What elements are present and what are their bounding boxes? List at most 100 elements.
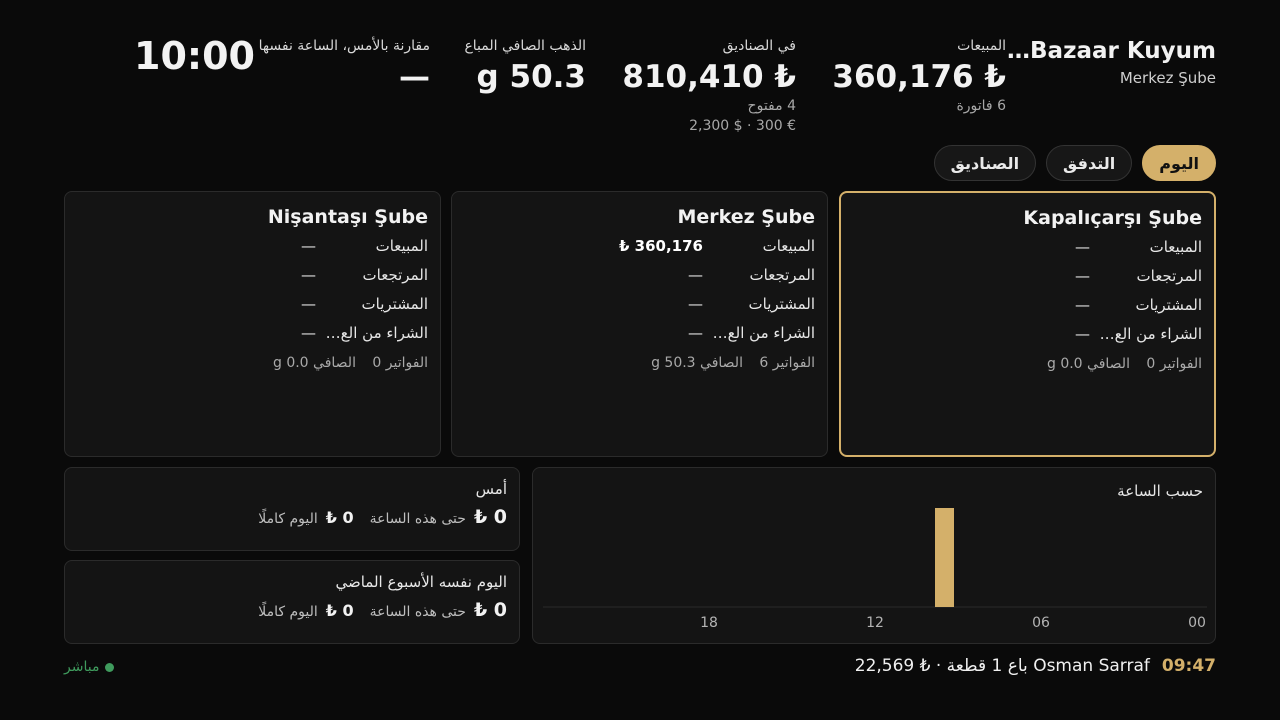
activity-ticker: 09:47 Osman Sarraf باع 1 قطعة · ₺ 22,569 [855, 656, 1216, 676]
branch-row-purchases: المشتريات — [853, 291, 1202, 320]
view-tabs: اليوم التدفق الصناديق [933, 145, 1216, 181]
row-label: الشراء من الع… [712, 324, 815, 342]
kpi-gold-label: الذهب الصافي المباع [464, 38, 586, 54]
until-now-value: ₺ 0 [473, 599, 507, 621]
row-label: المرتجعات [1136, 267, 1202, 285]
invoice-count: الفواتير 0 [372, 355, 428, 371]
until-now-value: ₺ 0 [473, 506, 507, 528]
branch-row-returns: المرتجعات — [853, 262, 1202, 291]
dashboard: Zer Bazaar Kuyum… Merkez Şube المبيعات ₺… [0, 0, 1280, 720]
row-label: المرتجعات [749, 266, 815, 284]
row-label: المشتريات [748, 295, 815, 313]
kpi-sales-value: ₺ 360,176 [832, 59, 1006, 95]
live-indicator: مباشر [64, 659, 115, 675]
row-label: المشتريات [1135, 296, 1202, 314]
branch-name: Nişantaşı Şube [267, 206, 428, 228]
branch-card-kapalicarsi[interactable]: Kapalıçarşı Şube المبيعات — المرتجعات — … [839, 191, 1216, 457]
branch-footer: الفواتير 0 الصافي 0.0 g [77, 350, 428, 376]
row-label: المبيعات [375, 237, 428, 255]
kpi-funds-sub: 4 مفتوح [747, 98, 796, 114]
branch-row-purchases: المشتريات — [77, 290, 428, 319]
row-label: المرتجعات [362, 266, 428, 284]
row-label: المبيعات [762, 237, 815, 255]
branch-footer: الفواتير 6 الصافي 50.3 g [464, 350, 815, 376]
branch-row-buyback: الشراء من الع… — [464, 319, 815, 348]
row-value: — [301, 295, 316, 313]
tab-funds[interactable]: الصناديق [933, 145, 1037, 181]
kpi-compare: مقارنة بالأمس، الساعة نفسها — [230, 38, 430, 94]
kpi-funds: في الصناديق ₺ 810,410 4 مفتوح € 300 · $ … [566, 38, 796, 134]
hour-bar [935, 508, 954, 607]
kpi-gold: الذهب الصافي المباع g 50.3 [426, 38, 586, 94]
full-day-value: ₺ 0 [325, 508, 354, 527]
footer: 09:47 Osman Sarraf باع 1 قطعة · ₺ 22,569… [64, 656, 1216, 680]
row-value: — [1075, 296, 1090, 314]
brand-title: Zer Bazaar Kuyum… [1006, 38, 1216, 64]
tab-today[interactable]: اليوم [1142, 145, 1216, 181]
kpi-funds-label: في الصناديق [722, 38, 796, 54]
row-value: — [301, 266, 316, 284]
invoice-count: الفواتير 0 [1146, 356, 1202, 372]
compare-last-week: اليوم نفسه الأسبوع الماضي ₺ 0 حتى هذه ال… [64, 560, 520, 644]
branch-name: Kapalıçarşı Şube [1023, 207, 1202, 229]
compare-title: أمس [475, 480, 507, 498]
branch-row-returns: المرتجعات — [464, 261, 815, 290]
until-now-label: حتى هذه الساعة [369, 604, 466, 620]
kpi-gold-value: g 50.3 [476, 59, 586, 95]
row-label: الشراء من الع… [325, 324, 428, 342]
kpi-compare-label: مقارنة بالأمس، الساعة نفسها [258, 38, 430, 54]
net-gold: الصافي 50.3 g [651, 355, 743, 371]
x-tick-label: 06 [1032, 615, 1050, 631]
branch-footer: الفواتير 0 الصافي 0.0 g [853, 351, 1202, 377]
hourly-chart: 00 06 12 18 [543, 508, 1207, 631]
branch-cards: Kapalıçarşı Şube المبيعات — المرتجعات — … [64, 191, 1216, 457]
row-value: — [1075, 267, 1090, 285]
branch-row-sales: المبيعات — [853, 233, 1202, 262]
x-tick-label: 12 [866, 615, 884, 631]
header: Zer Bazaar Kuyum… Merkez Şube المبيعات ₺… [64, 34, 1216, 134]
row-value: — [688, 266, 703, 284]
tab-flow[interactable]: التدفق [1046, 145, 1133, 181]
x-tick-label: 00 [1188, 615, 1206, 631]
row-value: ₺ 360,176 [619, 237, 703, 255]
branch-row-sales: المبيعات — [77, 232, 428, 261]
brand: Zer Bazaar Kuyum… Merkez Şube [1006, 38, 1216, 87]
row-label: الشراء من الع… [1099, 325, 1202, 343]
row-value: — [301, 324, 316, 342]
until-now-label: حتى هذه الساعة [369, 511, 466, 527]
kpi-sales: المبيعات ₺ 360,176 6 فاتورة [826, 38, 1006, 114]
full-day-label: اليوم كاملًا [258, 511, 318, 527]
compare-row: ₺ 0 حتى هذه الساعة ₺ 0 اليوم كاملًا [77, 506, 507, 528]
hourly-chart-panel: حسب الساعة 00 06 12 18 [532, 467, 1216, 644]
branch-subtitle: Merkez Şube [1119, 69, 1216, 87]
branch-row-buyback: الشراء من الع… — [77, 319, 428, 348]
branch-row-purchases: المشتريات — [464, 290, 815, 319]
x-tick-label: 18 [700, 615, 718, 631]
kpi-sales-sub: 6 فاتورة [956, 98, 1006, 114]
net-gold: الصافي 0.0 g [272, 355, 356, 371]
net-gold: الصافي 0.0 g [1046, 356, 1130, 372]
branch-row-sales: المبيعات ₺ 360,176 [464, 232, 815, 261]
row-label: المبيعات [1149, 238, 1202, 256]
compare-yesterday: أمس ₺ 0 حتى هذه الساعة ₺ 0 اليوم كاملًا [64, 467, 520, 551]
branch-card-nisantasi[interactable]: Nişantaşı Şube المبيعات — المرتجعات — ال… [64, 191, 441, 457]
branch-name: Merkez Şube [677, 206, 815, 228]
kpi-sales-label: المبيعات [957, 38, 1006, 54]
ticker-text: Osman Sarraf باع 1 قطعة · ₺ 22,569 [854, 656, 1150, 676]
row-value: — [688, 295, 703, 313]
branch-row-buyback: الشراء من الع… — [853, 320, 1202, 349]
row-value: — [301, 237, 316, 255]
compare-title: اليوم نفسه الأسبوع الماضي [335, 573, 507, 591]
invoice-count: الفواتير 6 [759, 355, 815, 371]
live-label: مباشر [64, 659, 100, 675]
branch-card-merkez[interactable]: Merkez Şube المبيعات ₺ 360,176 المرتجعات… [451, 191, 828, 457]
row-value: — [1075, 238, 1090, 256]
kpi-funds-currencies: € 300 · $ 2,300 [689, 118, 796, 134]
row-label: المشتريات [361, 295, 428, 313]
row-value: — [1075, 325, 1090, 343]
full-day-value: ₺ 0 [325, 601, 354, 620]
ticker-time: 09:47 [1161, 656, 1216, 676]
clock: 10:00 [134, 34, 255, 78]
branch-row-returns: المرتجعات — [77, 261, 428, 290]
full-day-label: اليوم كاملًا [258, 604, 318, 620]
